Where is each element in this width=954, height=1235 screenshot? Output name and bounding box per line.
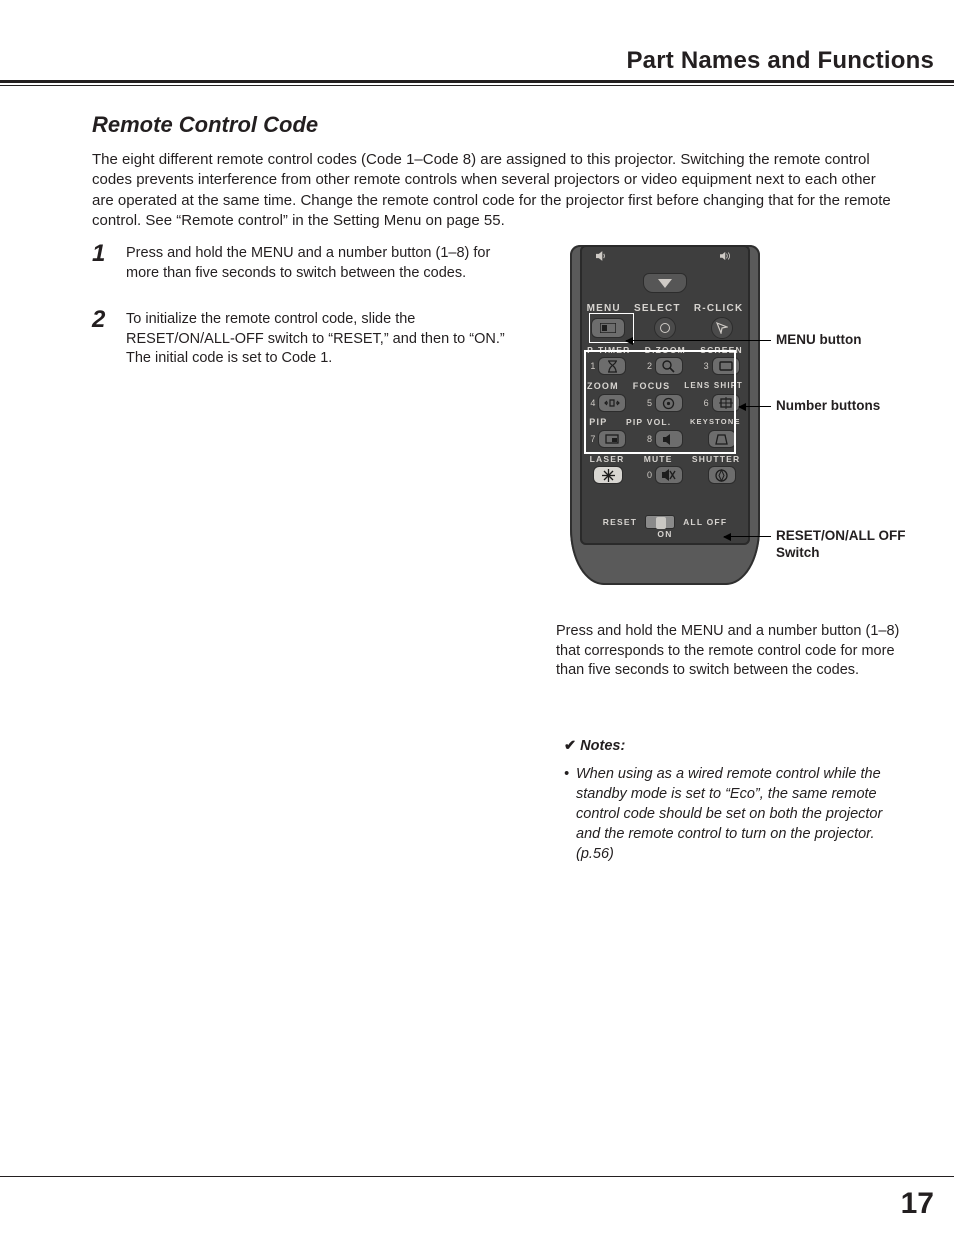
callout-line-menu	[626, 340, 771, 341]
num-6: 6	[704, 398, 709, 408]
laser-button	[593, 466, 623, 484]
zoom-icon	[604, 398, 620, 408]
num-4: 4	[590, 398, 595, 408]
notes-item: • When using as a wired remote control w…	[576, 764, 906, 864]
header-rule	[0, 80, 954, 83]
remote-illustration: MENU SELECT R-CLICK P-TIMER D.ZOOM SCREE…	[570, 245, 760, 585]
header-rule-thin	[0, 85, 954, 86]
label-menu: MENU	[587, 303, 621, 314]
step-number: 1	[92, 240, 105, 268]
keystone-icon	[715, 434, 728, 445]
speaker-icon	[662, 434, 675, 445]
step-1: 1 Press and hold the MENU and a number b…	[92, 244, 522, 283]
menu-button	[591, 318, 625, 338]
remote-caption: Press and hold the MENU and a number but…	[556, 622, 906, 681]
label-keystone: KEYSTONE	[690, 417, 741, 427]
intro-paragraph: The eight different remote control codes…	[92, 150, 894, 231]
label-laser: LASER	[590, 454, 625, 464]
callout-line-numbers	[739, 406, 771, 407]
page-number: 17	[901, 1187, 934, 1221]
label-select: SELECT	[634, 303, 681, 314]
label-on: ON	[657, 529, 672, 539]
label-shutter: SHUTTER	[692, 454, 741, 464]
pipvol-button	[655, 430, 683, 448]
num-8: 8	[647, 434, 652, 444]
label-dzoom: D.ZOOM	[645, 345, 686, 355]
num-1: 1	[590, 361, 595, 371]
callout-label-menu: MENU button	[776, 332, 861, 349]
label-ptimer: P-TIMER	[587, 345, 630, 355]
callout-label-reset: RESET/ON/ALL OFF Switch	[776, 528, 936, 562]
label-lensshift: LENS SHIFT	[684, 381, 743, 391]
label-pipvol: PIP VOL.	[626, 417, 671, 427]
num-2: 2	[647, 361, 652, 371]
num-0: 0	[647, 470, 652, 480]
step-text: To initialize the remote control code, s…	[126, 310, 522, 369]
pip-button	[598, 430, 626, 448]
num-3: 3	[704, 361, 709, 371]
aperture-icon	[715, 469, 728, 482]
target-icon	[662, 397, 675, 410]
shutter-button	[708, 466, 736, 484]
callout-label-numbers: Number buttons	[776, 398, 880, 415]
mute-icon	[661, 469, 676, 481]
lensshift-button	[712, 394, 740, 412]
step-text: Press and hold the MENU and a number but…	[126, 244, 522, 283]
header-section-title: Part Names and Functions	[626, 47, 934, 75]
focus-button	[655, 394, 683, 412]
menu-icon	[600, 323, 616, 333]
notes-heading: Notes:	[564, 738, 625, 754]
step-number: 2	[92, 306, 105, 334]
label-screen: SCREEN	[700, 345, 743, 355]
rclick-button	[711, 317, 733, 339]
burst-icon	[602, 469, 615, 482]
pip-icon	[605, 434, 619, 444]
magnify-icon	[662, 360, 675, 373]
mute-button	[655, 466, 683, 484]
select-button	[654, 317, 676, 339]
screen-button	[712, 357, 740, 375]
label-zoom: ZOOM	[587, 381, 619, 391]
label-mute: MUTE	[644, 454, 673, 464]
step-2: 2 To initialize the remote control code,…	[92, 310, 522, 369]
keystone-button	[708, 430, 736, 448]
num-7: 7	[590, 434, 595, 444]
volume-down-icon	[596, 251, 610, 261]
notes-item-text: When using as a wired remote control whi…	[576, 766, 882, 862]
ptimer-button	[598, 357, 626, 375]
footer-rule	[0, 1176, 954, 1178]
dzoom-button	[655, 357, 683, 375]
screen-icon	[719, 361, 733, 371]
section-title: Remote Control Code	[92, 112, 318, 138]
callout-line-reset	[724, 536, 771, 537]
cursor-icon	[716, 322, 728, 334]
zoom-button	[598, 394, 626, 412]
num-5: 5	[647, 398, 652, 408]
hourglass-icon	[607, 360, 618, 373]
select-icon	[660, 323, 670, 333]
nav-down-icon	[658, 279, 672, 288]
label-rclick: R-CLICK	[694, 303, 744, 314]
volume-up-icon	[720, 251, 734, 261]
bullet-icon: •	[564, 764, 569, 784]
shift-icon	[719, 397, 733, 409]
label-focus: FOCUS	[633, 381, 671, 391]
label-pip: PIP	[589, 417, 607, 427]
